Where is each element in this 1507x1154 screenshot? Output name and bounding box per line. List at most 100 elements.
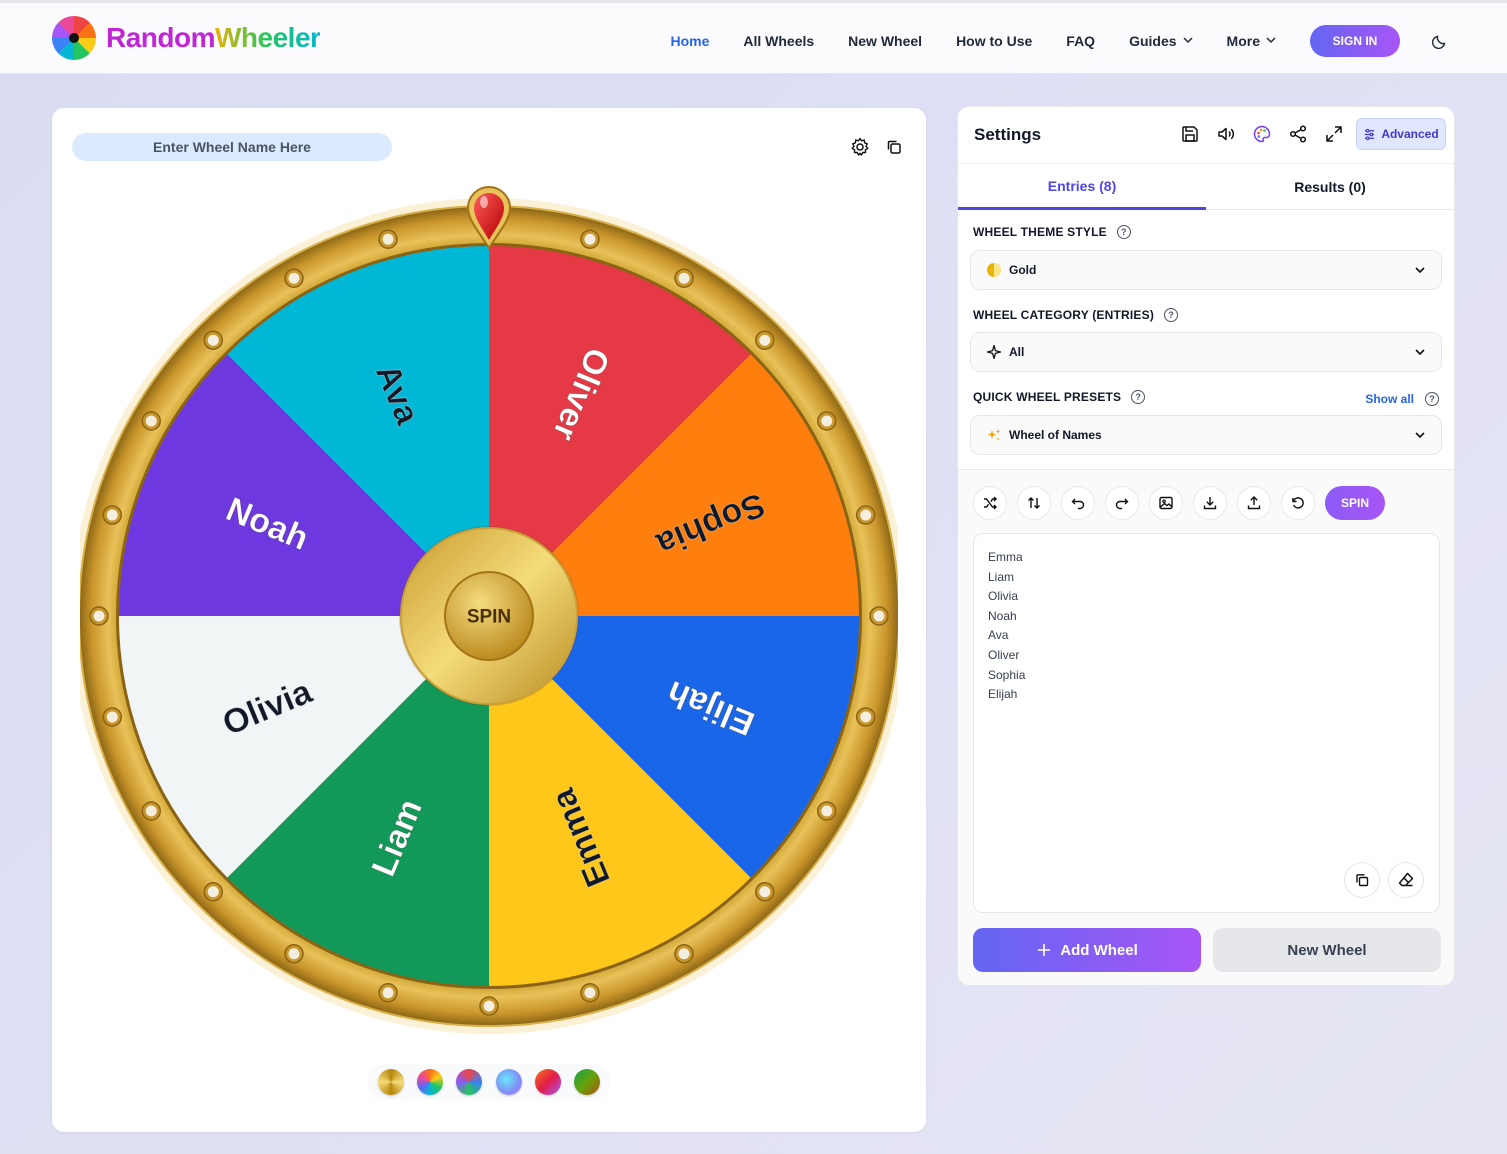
clear-entries-button[interactable] (1388, 862, 1424, 898)
rim-stud-light (382, 233, 394, 245)
forest-swatch[interactable] (574, 1069, 601, 1095)
gold-swatch[interactable] (377, 1069, 404, 1095)
rim-stud-light (106, 711, 118, 723)
vivid-swatch[interactable] (456, 1069, 483, 1095)
sign-in-button[interactable]: SIGN IN (1310, 25, 1400, 57)
rim-stud-light (207, 886, 219, 898)
wheel-hub[interactable]: SPIN (399, 526, 579, 706)
upload-button[interactable] (1237, 486, 1271, 520)
chevron-down-icon (1266, 37, 1276, 44)
rainbow-swatch[interactable] (416, 1069, 443, 1095)
add-wheel-button[interactable]: Add Wheel (973, 928, 1201, 972)
rim-stud-light (759, 886, 771, 898)
share-button[interactable] (1284, 120, 1312, 148)
pastel-swatch[interactable] (495, 1069, 522, 1095)
rim-stud-light (93, 610, 105, 622)
spin-wheel[interactable]: OliverSophiaElijahEmmaLiamOliviaNoahAva … (80, 186, 898, 1046)
reset-button[interactable] (1281, 486, 1315, 520)
undo-icon (1071, 498, 1085, 510)
entry-item: Liam (988, 569, 1015, 584)
nav-home[interactable]: Home (670, 33, 709, 49)
save-button[interactable] (1176, 120, 1204, 148)
rim-stud-light (860, 509, 872, 521)
settings-title: Settings (974, 125, 1042, 144)
show-all-link[interactable]: Show all (1365, 392, 1414, 406)
wheel-card: Enter Wheel Name Here Oliver Sophia Elij… (52, 108, 926, 1132)
category-label: WHEEL CATEGORY (ENTRIES) ? (973, 308, 1179, 322)
help-icon[interactable]: ? (1164, 308, 1179, 322)
fullscreen-button[interactable] (1320, 120, 1348, 148)
sound-button[interactable] (1212, 120, 1240, 148)
nav-faq[interactable]: FAQ (1066, 33, 1095, 49)
download-icon (1203, 497, 1217, 510)
chevron-down-icon (1183, 37, 1193, 44)
rim-stud-light (860, 711, 872, 723)
rim-stud-light (821, 415, 833, 427)
copy-icon (887, 140, 901, 154)
eraser-icon (1398, 872, 1414, 887)
rim-stud-light (678, 948, 690, 960)
expand-icon (1326, 126, 1342, 142)
help-icon[interactable]: ? (1116, 225, 1131, 239)
nav-guides[interactable]: Guides (1129, 33, 1193, 49)
advanced-button[interactable]: Advanced (1356, 118, 1446, 150)
sparkle-icon (985, 343, 1003, 361)
rim-stud-light (207, 334, 219, 346)
entry-item: Olivia (988, 589, 1019, 604)
shuffle-button[interactable] (973, 486, 1007, 520)
sunset-swatch[interactable] (534, 1069, 561, 1095)
undo-button[interactable] (1061, 486, 1095, 520)
rim-stud-light (145, 415, 157, 427)
entries-toolbar: SPIN (973, 486, 1385, 520)
rim-stud-light (145, 805, 157, 817)
sort-arrows-icon (1028, 497, 1040, 509)
image-button[interactable] (1149, 486, 1183, 520)
main-nav: Home All Wheels New Wheel How to Use FAQ… (670, 23, 1507, 59)
plus-icon (1038, 944, 1051, 956)
copy-entries-button[interactable] (1344, 862, 1380, 898)
redo-icon (1115, 498, 1129, 510)
chevron-down-icon (1415, 267, 1425, 274)
sort-button[interactable] (1017, 486, 1051, 520)
rim-stud-light (483, 1000, 495, 1012)
help-icon[interactable]: ? (1425, 392, 1439, 406)
brand-logo[interactable]: RandomWheeler (52, 16, 321, 60)
rim-stud-light (759, 334, 771, 346)
chevron-down-icon (1415, 349, 1425, 356)
tab-results[interactable]: Results (0) (1206, 164, 1454, 210)
chevron-down-icon (1415, 432, 1425, 439)
rim-stud-light (821, 805, 833, 817)
nav-new-wheel[interactable]: New Wheel (848, 33, 922, 49)
top-navbar: RandomWheeler Home All Wheels New Wheel … (0, 0, 1507, 74)
volume-icon (1218, 127, 1235, 141)
dark-mode-toggle[interactable] (1428, 29, 1452, 53)
entry-item: Ava (988, 628, 1009, 643)
rim-stud-light (288, 948, 300, 960)
hub-spin-label[interactable]: SPIN (467, 607, 511, 628)
wheel-settings-button[interactable] (849, 136, 871, 158)
theme-style-select[interactable]: Gold (970, 250, 1442, 290)
category-select[interactable]: All (970, 332, 1442, 372)
redo-button[interactable] (1105, 486, 1139, 520)
rim-stud-light (584, 987, 596, 999)
rim-stud-light (106, 509, 118, 521)
new-wheel-button[interactable]: New Wheel (1213, 928, 1441, 972)
sliders-icon (1365, 128, 1375, 140)
nav-how-to-use[interactable]: How to Use (956, 33, 1032, 49)
entries-textarea[interactable]: Emma Liam Olivia Noah Ava Oliver Sophia Elijah (973, 533, 1440, 913)
copy-wheel-button[interactable] (883, 136, 905, 158)
rim-stud-light (288, 272, 300, 284)
shuffle-icon (984, 496, 997, 510)
wheel-name-input[interactable]: Enter Wheel Name Here (72, 133, 392, 161)
share-icon (1289, 125, 1307, 143)
nav-more[interactable]: More (1227, 33, 1276, 49)
tab-entries[interactable]: Entries (8) (958, 164, 1206, 210)
spin-button[interactable]: SPIN (1325, 486, 1385, 520)
presets-select[interactable]: Wheel of Names (970, 415, 1442, 455)
logo-wheel-icon (52, 16, 96, 60)
entries-list: Emma Liam Olivia Noah Ava Oliver Sophia Elijah (988, 548, 1025, 705)
nav-all-wheels[interactable]: All Wheels (743, 33, 814, 49)
help-icon[interactable]: ? (1131, 390, 1146, 404)
download-button[interactable] (1193, 486, 1227, 520)
theme-palette-button[interactable] (1248, 120, 1276, 148)
